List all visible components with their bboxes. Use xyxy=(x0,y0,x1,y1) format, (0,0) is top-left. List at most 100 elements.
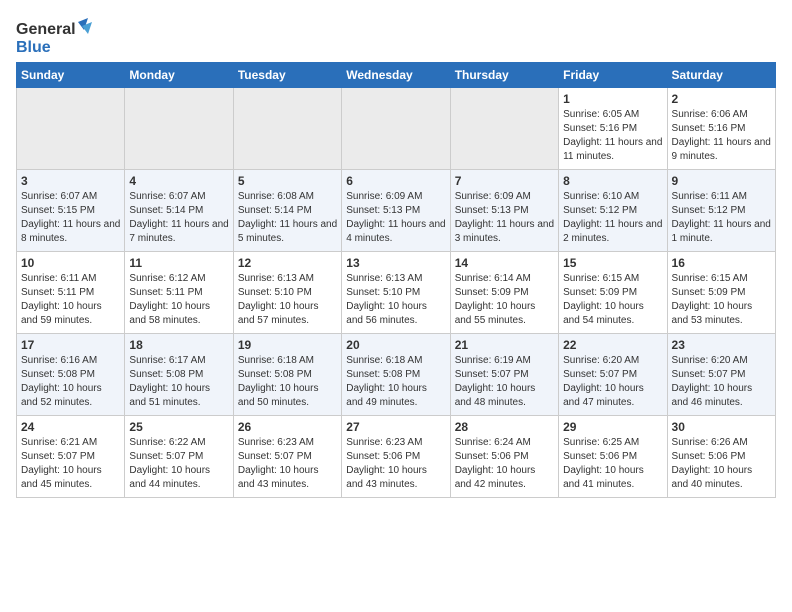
day-info: Sunrise: 6:25 AM Sunset: 5:06 PM Dayligh… xyxy=(563,436,662,492)
calendar-cell: 9 Sunrise: 6:11 AM Sunset: 5:12 PM Daylig… xyxy=(667,170,775,252)
header: GeneralBlue xyxy=(16,16,776,56)
day-number: 7 xyxy=(455,174,554,188)
calendar-cell xyxy=(17,88,125,170)
week-row-5: 24Sunrise: 6:21 AM Sunset: 5:07 PM Dayli… xyxy=(17,416,776,498)
day-number: 4 xyxy=(129,174,228,188)
calendar-cell: 20 Sunrise: 6:18 AM Sunset: 5:08 PM Dayli… xyxy=(342,334,450,416)
day-number: 11 xyxy=(129,256,228,270)
day-info: Sunrise: 6:17 AM Sunset: 5:08 PM Dayligh… xyxy=(129,354,228,410)
svg-text:General: General xyxy=(16,21,76,38)
calendar-cell: 18Sunrise: 6:17 AM Sunset: 5:08 PM Dayli… xyxy=(125,334,233,416)
day-info: Sunrise: 6:18 AM Sunset: 5:08 PM Dayligh… xyxy=(346,354,445,410)
day-number: 1 xyxy=(563,92,662,106)
col-header-friday: Friday xyxy=(559,63,667,88)
calendar-cell: 10Sunrise: 6:11 AM Sunset: 5:11 PM Dayli… xyxy=(17,252,125,334)
day-info: Sunrise: 6:07 AM Sunset: 5:14 PM Dayligh… xyxy=(129,190,228,246)
day-number: 3 xyxy=(21,174,120,188)
day-number: 26 xyxy=(238,420,337,434)
calendar-cell: 7 Sunrise: 6:09 AM Sunset: 5:13 PM Daylig… xyxy=(450,170,558,252)
calendar-cell xyxy=(450,88,558,170)
col-header-wednesday: Wednesday xyxy=(342,63,450,88)
day-info: Sunrise: 6:09 AM Sunset: 5:13 PM Dayligh… xyxy=(455,190,554,246)
day-number: 19 xyxy=(238,338,337,352)
day-number: 23 xyxy=(672,338,771,352)
day-info: Sunrise: 6:26 AM Sunset: 5:06 PM Dayligh… xyxy=(672,436,771,492)
day-number: 14 xyxy=(455,256,554,270)
day-number: 29 xyxy=(563,420,662,434)
day-info: Sunrise: 6:16 AM Sunset: 5:08 PM Dayligh… xyxy=(21,354,120,410)
calendar-cell: 14 Sunrise: 6:14 AM Sunset: 5:09 PM Dayli… xyxy=(450,252,558,334)
day-number: 8 xyxy=(563,174,662,188)
calendar-header-row: SundayMondayTuesdayWednesdayThursdayFrid… xyxy=(17,63,776,88)
day-number: 12 xyxy=(238,256,337,270)
calendar-cell: 23 Sunrise: 6:20 AM Sunset: 5:07 PM Dayli… xyxy=(667,334,775,416)
day-number: 2 xyxy=(672,92,771,106)
week-row-2: 3 Sunrise: 6:07 AM Sunset: 5:15 PM Daylig… xyxy=(17,170,776,252)
calendar-cell: 8 Sunrise: 6:10 AM Sunset: 5:12 PM Daylig… xyxy=(559,170,667,252)
day-info: Sunrise: 6:21 AM Sunset: 5:07 PM Dayligh… xyxy=(21,436,120,492)
day-number: 21 xyxy=(455,338,554,352)
day-number: 13 xyxy=(346,256,445,270)
week-row-4: 17 Sunrise: 6:16 AM Sunset: 5:08 PM Dayli… xyxy=(17,334,776,416)
calendar-cell: 21 Sunrise: 6:19 AM Sunset: 5:07 PM Dayli… xyxy=(450,334,558,416)
day-number: 16 xyxy=(672,256,771,270)
calendar-cell: 16Sunrise: 6:15 AM Sunset: 5:09 PM Dayli… xyxy=(667,252,775,334)
logo: GeneralBlue xyxy=(16,16,96,56)
col-header-thursday: Thursday xyxy=(450,63,558,88)
day-info: Sunrise: 6:07 AM Sunset: 5:15 PM Dayligh… xyxy=(21,190,120,246)
day-number: 5 xyxy=(238,174,337,188)
day-number: 27 xyxy=(346,420,445,434)
calendar-cell: 24Sunrise: 6:21 AM Sunset: 5:07 PM Dayli… xyxy=(17,416,125,498)
calendar-cell: 17 Sunrise: 6:16 AM Sunset: 5:08 PM Dayli… xyxy=(17,334,125,416)
calendar-cell: 26 Sunrise: 6:23 AM Sunset: 5:07 PM Dayli… xyxy=(233,416,341,498)
col-header-monday: Monday xyxy=(125,63,233,88)
day-info: Sunrise: 6:13 AM Sunset: 5:10 PM Dayligh… xyxy=(346,272,445,328)
calendar-cell: 6Sunrise: 6:09 AM Sunset: 5:13 PM Daylig… xyxy=(342,170,450,252)
day-info: Sunrise: 6:19 AM Sunset: 5:07 PM Dayligh… xyxy=(455,354,554,410)
day-info: Sunrise: 6:11 AM Sunset: 5:11 PM Dayligh… xyxy=(21,272,120,328)
week-row-3: 10Sunrise: 6:11 AM Sunset: 5:11 PM Dayli… xyxy=(17,252,776,334)
day-info: Sunrise: 6:12 AM Sunset: 5:11 PM Dayligh… xyxy=(129,272,228,328)
calendar-cell: 22 Sunrise: 6:20 AM Sunset: 5:07 PM Dayli… xyxy=(559,334,667,416)
day-info: Sunrise: 6:09 AM Sunset: 5:13 PM Dayligh… xyxy=(346,190,445,246)
calendar-cell: 19 Sunrise: 6:18 AM Sunset: 5:08 PM Dayli… xyxy=(233,334,341,416)
day-number: 25 xyxy=(129,420,228,434)
day-info: Sunrise: 6:22 AM Sunset: 5:07 PM Dayligh… xyxy=(129,436,228,492)
day-info: Sunrise: 6:18 AM Sunset: 5:08 PM Dayligh… xyxy=(238,354,337,410)
calendar-cell: 1 Sunrise: 6:05 AM Sunset: 5:16 PM Daylig… xyxy=(559,88,667,170)
day-number: 22 xyxy=(563,338,662,352)
day-number: 15 xyxy=(563,256,662,270)
calendar-cell: 3 Sunrise: 6:07 AM Sunset: 5:15 PM Daylig… xyxy=(17,170,125,252)
svg-text:Blue: Blue xyxy=(16,39,51,56)
calendar-cell xyxy=(342,88,450,170)
day-number: 17 xyxy=(21,338,120,352)
day-info: Sunrise: 6:23 AM Sunset: 5:07 PM Dayligh… xyxy=(238,436,337,492)
day-number: 20 xyxy=(346,338,445,352)
calendar-cell: 30 Sunrise: 6:26 AM Sunset: 5:06 PM Dayli… xyxy=(667,416,775,498)
day-number: 30 xyxy=(672,420,771,434)
calendar-cell: 27Sunrise: 6:23 AM Sunset: 5:06 PM Dayli… xyxy=(342,416,450,498)
calendar-cell: 12 Sunrise: 6:13 AM Sunset: 5:10 PM Dayli… xyxy=(233,252,341,334)
day-info: Sunrise: 6:11 AM Sunset: 5:12 PM Dayligh… xyxy=(672,190,771,246)
day-number: 28 xyxy=(455,420,554,434)
calendar-cell: 25 Sunrise: 6:22 AM Sunset: 5:07 PM Dayli… xyxy=(125,416,233,498)
day-info: Sunrise: 6:05 AM Sunset: 5:16 PM Dayligh… xyxy=(563,108,662,164)
calendar-cell: 2 Sunrise: 6:06 AM Sunset: 5:16 PM Daylig… xyxy=(667,88,775,170)
day-info: Sunrise: 6:24 AM Sunset: 5:06 PM Dayligh… xyxy=(455,436,554,492)
calendar-cell xyxy=(125,88,233,170)
day-info: Sunrise: 6:13 AM Sunset: 5:10 PM Dayligh… xyxy=(238,272,337,328)
calendar-cell xyxy=(233,88,341,170)
col-header-tuesday: Tuesday xyxy=(233,63,341,88)
day-info: Sunrise: 6:15 AM Sunset: 5:09 PM Dayligh… xyxy=(563,272,662,328)
day-info: Sunrise: 6:20 AM Sunset: 5:07 PM Dayligh… xyxy=(672,354,771,410)
calendar-cell: 4 Sunrise: 6:07 AM Sunset: 5:14 PM Daylig… xyxy=(125,170,233,252)
day-info: Sunrise: 6:06 AM Sunset: 5:16 PM Dayligh… xyxy=(672,108,771,164)
calendar-cell: 11 Sunrise: 6:12 AM Sunset: 5:11 PM Dayli… xyxy=(125,252,233,334)
week-row-1: 1 Sunrise: 6:05 AM Sunset: 5:16 PM Daylig… xyxy=(17,88,776,170)
calendar-cell: 5Sunrise: 6:08 AM Sunset: 5:14 PM Daylig… xyxy=(233,170,341,252)
day-info: Sunrise: 6:10 AM Sunset: 5:12 PM Dayligh… xyxy=(563,190,662,246)
col-header-saturday: Saturday xyxy=(667,63,775,88)
day-info: Sunrise: 6:14 AM Sunset: 5:09 PM Dayligh… xyxy=(455,272,554,328)
day-number: 9 xyxy=(672,174,771,188)
day-info: Sunrise: 6:20 AM Sunset: 5:07 PM Dayligh… xyxy=(563,354,662,410)
